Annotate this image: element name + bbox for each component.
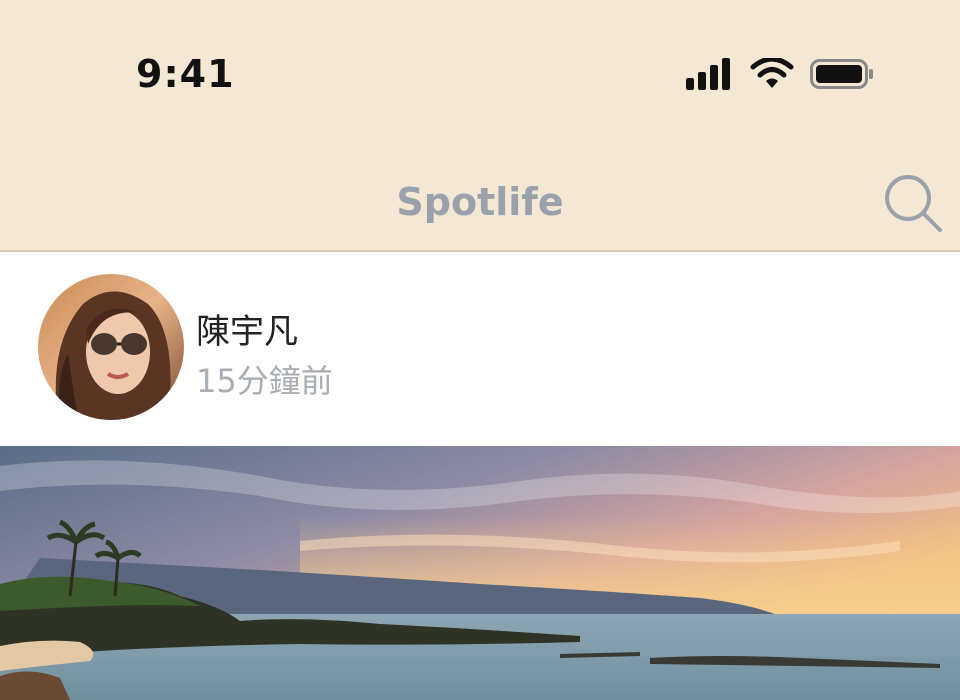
- beach-sunset-photo: [0, 446, 960, 700]
- status-bar: 9:41: [0, 0, 960, 150]
- post-time: 15分鐘前: [196, 362, 333, 400]
- wifi-icon: [750, 58, 794, 88]
- avatar-photo: [38, 274, 184, 420]
- post-image[interactable]: [0, 446, 960, 700]
- post-header: 陳宇凡 15分鐘前: [0, 252, 960, 446]
- status-icons: [686, 58, 874, 90]
- app-title: Spotlife: [396, 180, 564, 224]
- battery-icon: [810, 59, 873, 89]
- search-icon: [885, 175, 942, 232]
- status-time: 9:41: [136, 52, 235, 96]
- author-name[interactable]: 陳宇凡: [196, 304, 298, 353]
- signal-icon: [686, 58, 730, 90]
- nav-bar: Spotlife: [0, 150, 960, 252]
- avatar[interactable]: [38, 274, 184, 420]
- search-button[interactable]: [880, 170, 946, 236]
